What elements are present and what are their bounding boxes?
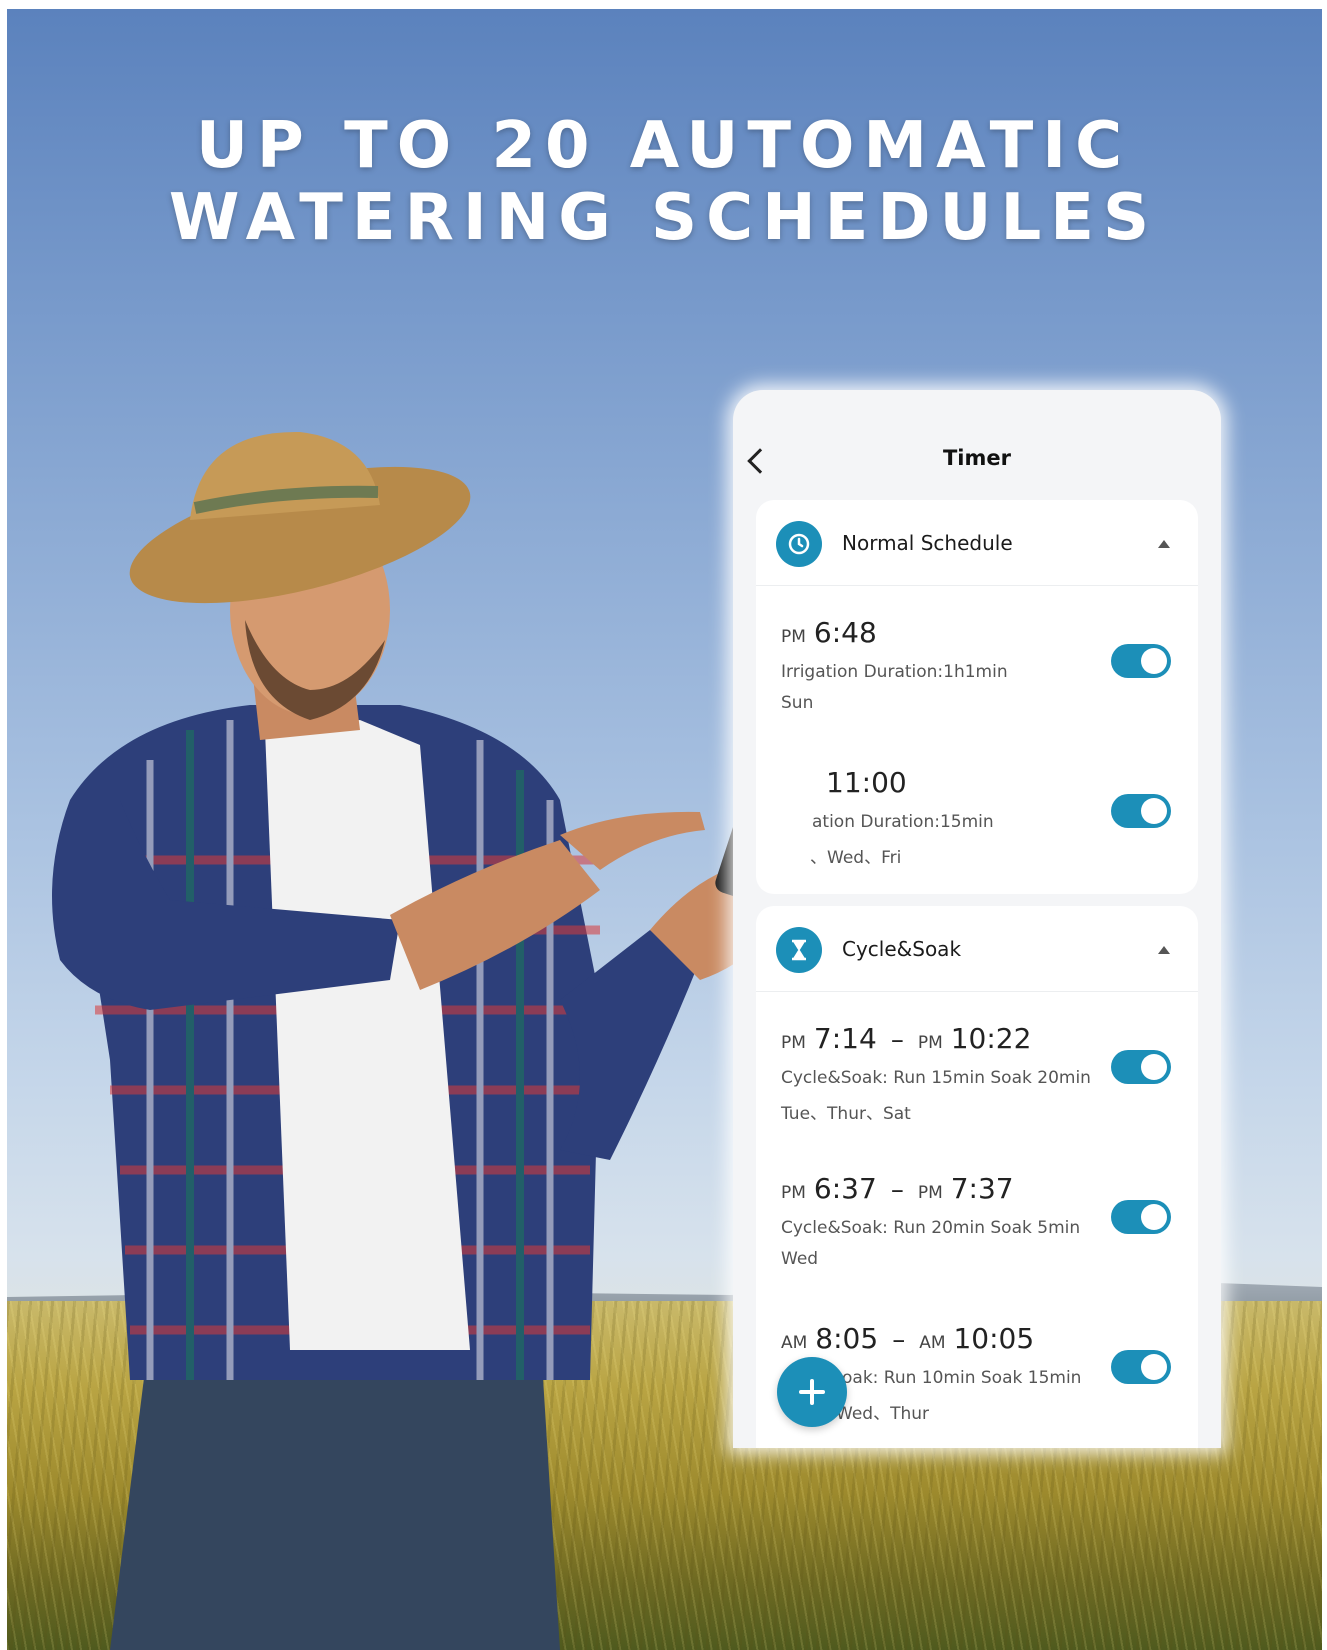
list-item[interactable]: 11:00 ation Duration:15min 、Wed、Fri (756, 736, 1198, 886)
list-item[interactable]: PM 6:48 Irrigation Duration:1h1min Sun (756, 586, 1198, 736)
end-ampm: PM (917, 1183, 943, 1203)
start-ampm: PM (781, 1183, 806, 1203)
range-dash: – (890, 1175, 904, 1205)
headline-line-1: UP TO 20 AUTOMATIC (195, 109, 1132, 183)
start-time: 6:37 (813, 1172, 877, 1205)
end-ampm: AM (919, 1333, 946, 1353)
schedule-toggle[interactable] (1111, 1200, 1171, 1234)
toggle-knob (1141, 1204, 1167, 1230)
schedule-days: Tue、Thur、Sat (781, 1104, 911, 1124)
start-time: 8:05 (815, 1322, 879, 1355)
add-schedule-button[interactable] (777, 1357, 847, 1427)
list-item[interactable]: PM 6:37– PM 7:37 Cycle&Soak: Run 20min Soak… (756, 1142, 1198, 1292)
clock-icon (776, 521, 822, 567)
start-time: 11:00 (826, 766, 907, 799)
start-ampm: PM (781, 1033, 806, 1053)
range-dash: – (892, 1325, 906, 1355)
normal-schedule-section: Normal Schedule PM 6:48 Irrigation Durati… (756, 500, 1198, 894)
schedule-days: Wed (781, 1249, 819, 1269)
range-dash: – (890, 1025, 904, 1055)
headline-line-2: WATERING SCHEDULES (168, 181, 1159, 255)
hourglass-icon (776, 927, 822, 973)
phone-app-screen: Timer Normal Schedule PM 6:48 Irrigation … (733, 390, 1221, 1448)
end-time: 7:37 (950, 1172, 1014, 1205)
toggle-knob (1141, 1354, 1167, 1380)
toggle-knob (1141, 798, 1167, 824)
app-header: Timer (733, 390, 1221, 500)
section-title: Normal Schedule (842, 531, 1013, 555)
schedule-detail: Cycle&Soak: Run 15min Soak 20min (781, 1068, 1091, 1088)
schedule-time: AM 8:05– AM 10:05 (781, 1322, 1034, 1355)
schedule-time: PM 7:14– PM 10:22 (781, 1022, 1031, 1055)
start-time: 7:14 (813, 1022, 877, 1055)
schedule-detail: Cycle&Soak: Run 20min Soak 5min (781, 1218, 1081, 1238)
end-ampm: PM (917, 1033, 943, 1053)
schedule-toggle[interactable] (1111, 1050, 1171, 1084)
schedule-toggle[interactable] (1111, 644, 1171, 678)
section-header[interactable]: Normal Schedule (756, 500, 1198, 586)
end-time: 10:22 (950, 1022, 1032, 1055)
schedule-time: PM 6:37– PM 7:37 (781, 1172, 1014, 1205)
schedule-toggle[interactable] (1111, 1350, 1171, 1384)
schedule-detail: oak: Run 10min Soak 15min (842, 1368, 1082, 1388)
schedule-days: Wed、Thur (836, 1404, 929, 1424)
toggle-knob (1141, 648, 1167, 674)
caret-up-icon[interactable] (1158, 946, 1170, 954)
schedule-days: 、Wed、Fri (810, 848, 902, 868)
caret-up-icon[interactable] (1158, 540, 1170, 548)
schedule-time: 11:00 (818, 766, 907, 799)
list-item[interactable]: PM 7:14– PM 10:22 Cycle&Soak: Run 15min Soa… (756, 992, 1198, 1142)
schedule-days: Sun (781, 693, 814, 713)
schedule-detail: ation Duration:15min (812, 812, 994, 832)
end-time: 10:05 (953, 1322, 1035, 1355)
start-ampm: PM (781, 627, 806, 647)
section-title: Cycle&Soak (842, 937, 962, 961)
toggle-knob (1141, 1054, 1167, 1080)
start-time: 6:48 (813, 616, 877, 649)
headline: UP TO 20 AUTOMATIC WATERING SCHEDULES (0, 110, 1327, 254)
schedule-detail: Irrigation Duration:1h1min (781, 662, 1008, 682)
page-title: Timer (942, 446, 1011, 470)
start-ampm: AM (781, 1333, 808, 1353)
section-header[interactable]: Cycle&Soak (756, 906, 1198, 992)
schedule-toggle[interactable] (1111, 794, 1171, 828)
schedule-time: PM 6:48 (781, 616, 877, 649)
